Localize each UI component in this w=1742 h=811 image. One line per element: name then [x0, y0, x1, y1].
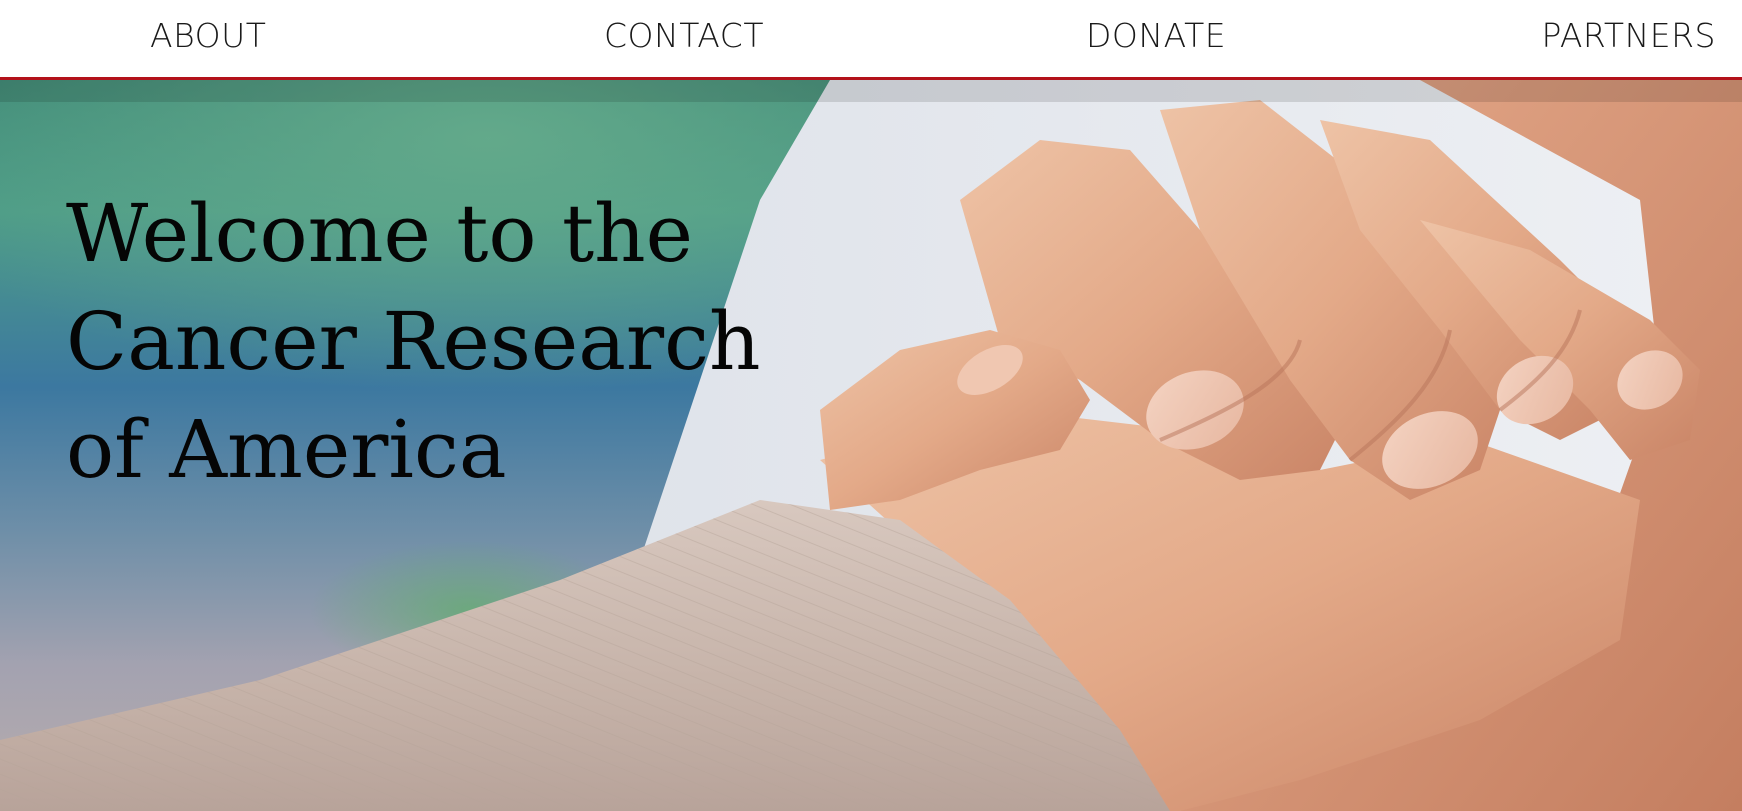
hero-title: Welcome to the Cancer Research of Americ…: [66, 180, 826, 504]
hero-banner: Welcome to the Cancer Research of Americ…: [0, 80, 1742, 811]
nav-link-donate[interactable]: DONATE: [1086, 14, 1226, 58]
hero-title-line: Cancer Research: [66, 295, 761, 388]
hero-title-line: Welcome to the: [66, 187, 693, 280]
top-navigation: ABOUT CONTACT DONATE PARTNERS: [0, 0, 1742, 80]
nav-link-partners[interactable]: PARTNERS: [1542, 14, 1716, 58]
hero-title-line: of America: [66, 403, 507, 496]
page: ABOUT CONTACT DONATE PARTNERS Welcome to…: [0, 0, 1742, 811]
nav-link-about[interactable]: ABOUT: [150, 14, 266, 58]
nav-link-contact[interactable]: CONTACT: [604, 14, 764, 58]
